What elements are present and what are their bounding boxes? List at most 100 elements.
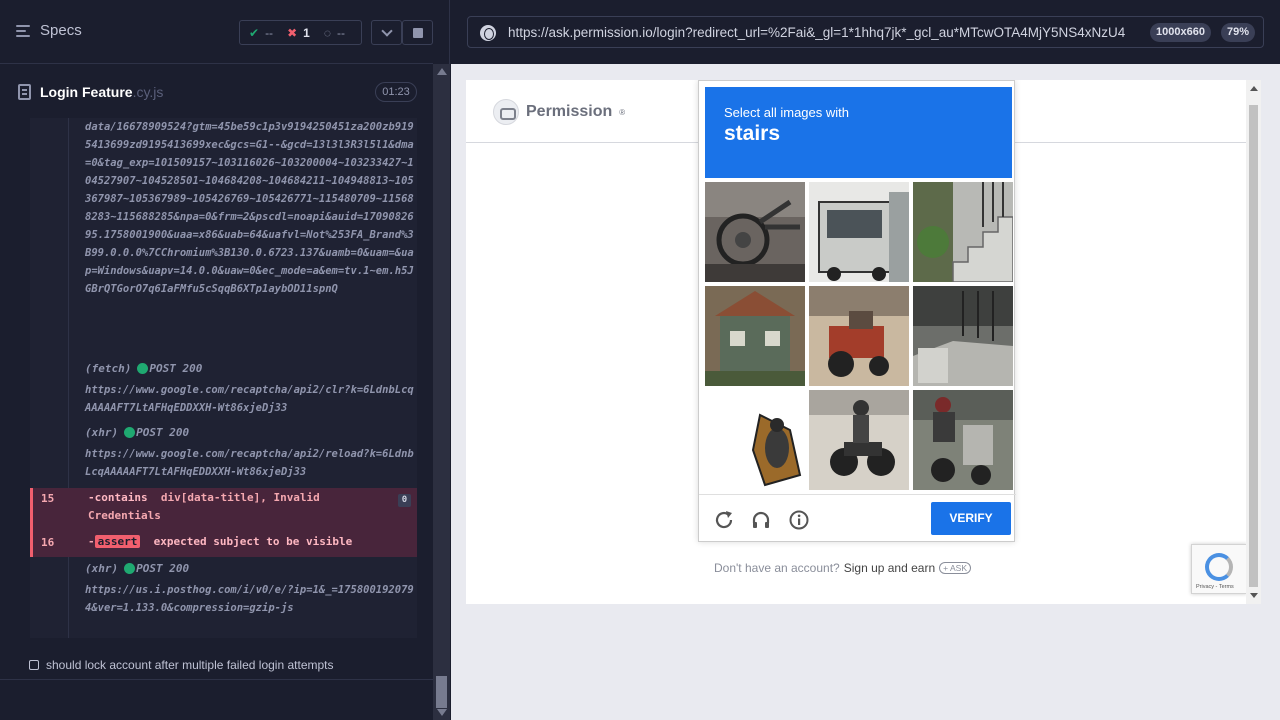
request-url-block[interactable]: data/16678909524?gtm=45be59c1p3v91942504… bbox=[85, 118, 415, 352]
log-entry-xhr[interactable]: (xhr) POST 200 bbox=[85, 426, 189, 439]
passed-count: -- bbox=[265, 25, 274, 40]
toggle-auto-scroll-button[interactable] bbox=[371, 20, 402, 45]
spec-name[interactable]: Login Feature.cy.js bbox=[40, 84, 163, 100]
registered-mark: ® bbox=[619, 107, 626, 117]
challenge-header: Select all images with stairs bbox=[705, 87, 1012, 178]
pending-icon: ◌ bbox=[323, 25, 331, 40]
viewport-badge[interactable]: 1000x660 bbox=[1150, 23, 1211, 42]
tile-image bbox=[809, 182, 909, 282]
check-icon: ✔ bbox=[249, 25, 260, 40]
challenge-footer: VERIFY bbox=[699, 494, 1016, 543]
brand-logo[interactable]: Permission ® bbox=[493, 99, 625, 125]
image-tile[interactable] bbox=[809, 182, 909, 282]
scroll-up-icon[interactable] bbox=[437, 68, 447, 75]
log-divider bbox=[68, 118, 69, 638]
test-stats: ✔ -- ✖ 1 ◌ -- bbox=[239, 20, 362, 45]
frame-scrollbar[interactable] bbox=[1246, 80, 1261, 604]
stop-button[interactable] bbox=[402, 20, 433, 45]
tile-image bbox=[809, 390, 909, 490]
status-dot-icon bbox=[124, 427, 136, 438]
image-grid bbox=[705, 182, 1013, 490]
failed-command-contains[interactable]: 15 -contains div[data-title], Invalid Cr… bbox=[30, 488, 417, 532]
tile-image bbox=[705, 182, 805, 282]
image-tile[interactable] bbox=[913, 286, 1013, 386]
spec-title-bar: Login Feature.cy.js bbox=[0, 72, 433, 112]
image-tile[interactable] bbox=[705, 286, 805, 386]
command-number: 15 bbox=[41, 492, 55, 505]
chevron-down-icon bbox=[380, 24, 393, 37]
scroll-down-icon[interactable] bbox=[437, 709, 447, 716]
file-icon bbox=[18, 84, 31, 100]
test-status-icon bbox=[29, 660, 39, 670]
request-url[interactable]: https://www.google.com/recaptcha/api2/re… bbox=[85, 445, 415, 481]
log-entry-xhr[interactable]: (xhr) POST 200 bbox=[85, 562, 189, 575]
scrollbar-thumb[interactable] bbox=[1249, 105, 1258, 587]
challenge-instruction: Select all images with bbox=[724, 105, 849, 120]
scrollbar-thumb[interactable] bbox=[436, 676, 447, 708]
brand-name: Permission bbox=[526, 103, 613, 120]
verify-button[interactable]: VERIFY bbox=[931, 502, 1011, 535]
request-url[interactable]: https://www.google.com/recaptcha/api2/cl… bbox=[85, 381, 415, 417]
specs-label: Specs bbox=[40, 22, 82, 39]
reporter-scrollbar[interactable] bbox=[433, 64, 450, 720]
url-bar-area: https://ask.permission.io/login?redirect… bbox=[451, 0, 1280, 64]
reporter-header: Specs ✔ -- ✖ 1 ◌ -- bbox=[0, 0, 433, 64]
request-type: (fetch) bbox=[85, 362, 132, 375]
signup-text: Don't have an account? bbox=[714, 561, 840, 575]
image-tile[interactable] bbox=[705, 390, 805, 490]
command-dash: - bbox=[88, 535, 95, 548]
assert-message: expected subject to be visible bbox=[153, 535, 353, 548]
application-frame: Permission ® Don't have an account? Sign … bbox=[466, 80, 1261, 604]
status-dot-icon bbox=[137, 363, 149, 374]
status-dot-icon bbox=[124, 563, 136, 574]
failed-command-assert[interactable]: 16 - assert expected subject to be visibl… bbox=[30, 532, 417, 557]
recaptcha-terms[interactable]: Privacy - Terms bbox=[1196, 584, 1234, 590]
tile-image bbox=[705, 390, 805, 490]
tile-image bbox=[705, 286, 805, 386]
info-icon[interactable] bbox=[788, 509, 810, 531]
spec-extension: .cy.js bbox=[132, 84, 164, 100]
signup-prompt: Don't have an account? Sign up and earn … bbox=[714, 561, 971, 575]
globe-icon bbox=[480, 25, 496, 41]
request-status: POST 200 bbox=[136, 426, 190, 439]
image-tile[interactable] bbox=[809, 286, 909, 386]
specs-list-icon bbox=[16, 24, 32, 38]
command-log: data/16678909524?gtm=45be59c1p3v91942504… bbox=[30, 118, 417, 638]
cross-icon: ✖ bbox=[287, 25, 298, 40]
command-number: 16 bbox=[41, 536, 55, 549]
signup-link[interactable]: Sign up and earn bbox=[844, 561, 935, 575]
recaptcha-logo-icon bbox=[1205, 553, 1233, 581]
assert-tag: assert bbox=[94, 535, 141, 548]
divider bbox=[0, 679, 433, 680]
handshake-icon bbox=[493, 99, 519, 125]
pending-count: -- bbox=[336, 25, 345, 40]
element-count-badge: 0 bbox=[398, 494, 411, 507]
spec-duration: 01:23 bbox=[375, 82, 417, 102]
url-bar[interactable]: https://ask.permission.io/login?redirect… bbox=[467, 16, 1264, 48]
test-title: should lock account after multiple faile… bbox=[46, 658, 334, 672]
scroll-down-icon[interactable] bbox=[1250, 593, 1258, 598]
request-url[interactable]: https://us.i.posthog.com/i/v0/e/?ip=1&_=… bbox=[85, 581, 415, 617]
request-status: POST 200 bbox=[149, 362, 203, 375]
reload-icon[interactable] bbox=[713, 509, 735, 531]
audio-icon[interactable] bbox=[750, 509, 772, 531]
log-entry-fetch[interactable]: (fetch) POST 200 bbox=[85, 362, 202, 375]
test-item-lock-account[interactable]: should lock account after multiple faile… bbox=[29, 658, 334, 672]
cypress-runner: Specs ✔ -- ✖ 1 ◌ -- Login Feature.cy.js bbox=[0, 0, 1280, 720]
request-status: POST 200 bbox=[136, 562, 190, 575]
tile-image bbox=[809, 286, 909, 386]
tile-image bbox=[913, 182, 1013, 282]
specs-button[interactable]: Specs bbox=[16, 22, 82, 39]
scroll-up-icon[interactable] bbox=[1250, 86, 1258, 91]
recaptcha-badge[interactable]: Privacy - Terms bbox=[1191, 544, 1247, 594]
tile-image bbox=[913, 390, 1013, 490]
request-type: (xhr) bbox=[85, 562, 119, 575]
ask-pill: + ASK bbox=[939, 562, 971, 574]
url-text[interactable]: https://ask.permission.io/login?redirect… bbox=[508, 25, 1143, 40]
image-tile[interactable] bbox=[809, 390, 909, 490]
zoom-badge[interactable]: 79% bbox=[1221, 23, 1256, 42]
image-tile[interactable] bbox=[913, 182, 1013, 282]
image-tile[interactable] bbox=[913, 390, 1013, 490]
image-tile[interactable] bbox=[705, 182, 805, 282]
failed-count: 1 bbox=[303, 25, 310, 40]
